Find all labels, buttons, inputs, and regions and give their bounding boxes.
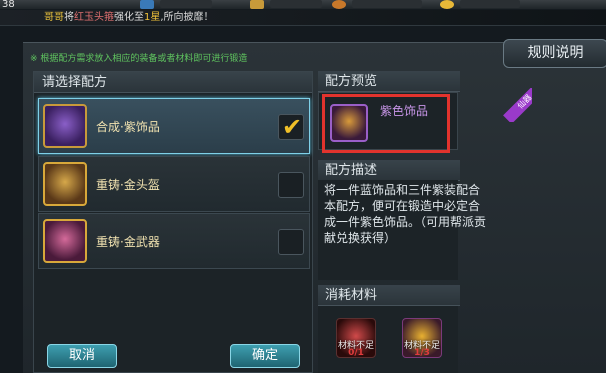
scroll-icon: [43, 219, 87, 263]
recipe-checkbox[interactable]: [278, 229, 304, 255]
top-field-2: [270, 0, 322, 8]
material-count: 0/1: [348, 348, 364, 358]
description-text: 将一件蓝饰品和三件紫装配合本配方，便可在锻造中必定合成一件紫色饰品。（可用帮派贡…: [324, 183, 487, 245]
gold-icon: [440, 0, 454, 9]
top-field-1: [160, 0, 212, 8]
confirm-button[interactable]: 确定: [230, 344, 300, 368]
recipe-list: 请选择配方 合成·紫饰品 ✔ 重铸·金头盔 重铸·金武器: [33, 71, 313, 373]
rules-button[interactable]: 规则说明: [503, 39, 606, 68]
ribbon-label: 仙器: [503, 88, 532, 122]
scroll-icon: [43, 162, 87, 206]
preview-title: 配方预览: [318, 71, 460, 92]
checkmark-icon: ✔: [282, 113, 303, 141]
forge-hint: ※ 根据配方需求放入相应的装备或者材料即可进行锻造: [30, 54, 248, 64]
highlight-box: [322, 94, 450, 153]
marquee-player: 哥哥: [44, 12, 64, 23]
top-field-4: [460, 0, 520, 8]
top-field-3: [352, 0, 422, 8]
player-level: 38: [2, 0, 15, 10]
vitality-icon: [250, 0, 264, 9]
recipe-checkbox[interactable]: ✔: [278, 113, 304, 141]
marquee-text-2: 强化至: [114, 12, 144, 23]
marquee-item: 红玉头箍: [74, 12, 114, 23]
recipe-label: 合成·紫饰品: [96, 120, 160, 134]
recipe-item-gold-weapon[interactable]: 重铸·金武器: [38, 213, 310, 269]
coin-icon: [332, 0, 346, 9]
recipe-label: 重铸·金武器: [96, 235, 160, 249]
recipe-checkbox[interactable]: [278, 172, 304, 198]
marquee-stars: 1星: [144, 12, 161, 23]
flag-icon: [140, 0, 154, 9]
description-title: 配方描述: [318, 160, 460, 181]
recipe-item-purple-accessory[interactable]: 合成·紫饰品 ✔: [38, 98, 310, 154]
recipe-item-gold-helmet[interactable]: 重铸·金头盔: [38, 156, 310, 212]
top-status-bar: 38: [0, 0, 606, 10]
material-count: 1/3: [414, 348, 430, 358]
recipe-list-title: 请选择配方: [34, 72, 312, 93]
scroll-icon: [43, 104, 87, 148]
announcement-marquee: 哥哥将红玉头箍强化至1星,所向披靡！: [0, 10, 606, 26]
grade-ribbon: 仙器: [498, 88, 532, 122]
materials-title: 消耗材料: [318, 285, 460, 306]
cancel-button[interactable]: 取消: [47, 344, 117, 368]
marquee-text-1: 将: [64, 12, 74, 23]
marquee-text-3: ,所向披靡！: [160, 12, 214, 23]
recipe-label: 重铸·金头盔: [96, 178, 160, 192]
